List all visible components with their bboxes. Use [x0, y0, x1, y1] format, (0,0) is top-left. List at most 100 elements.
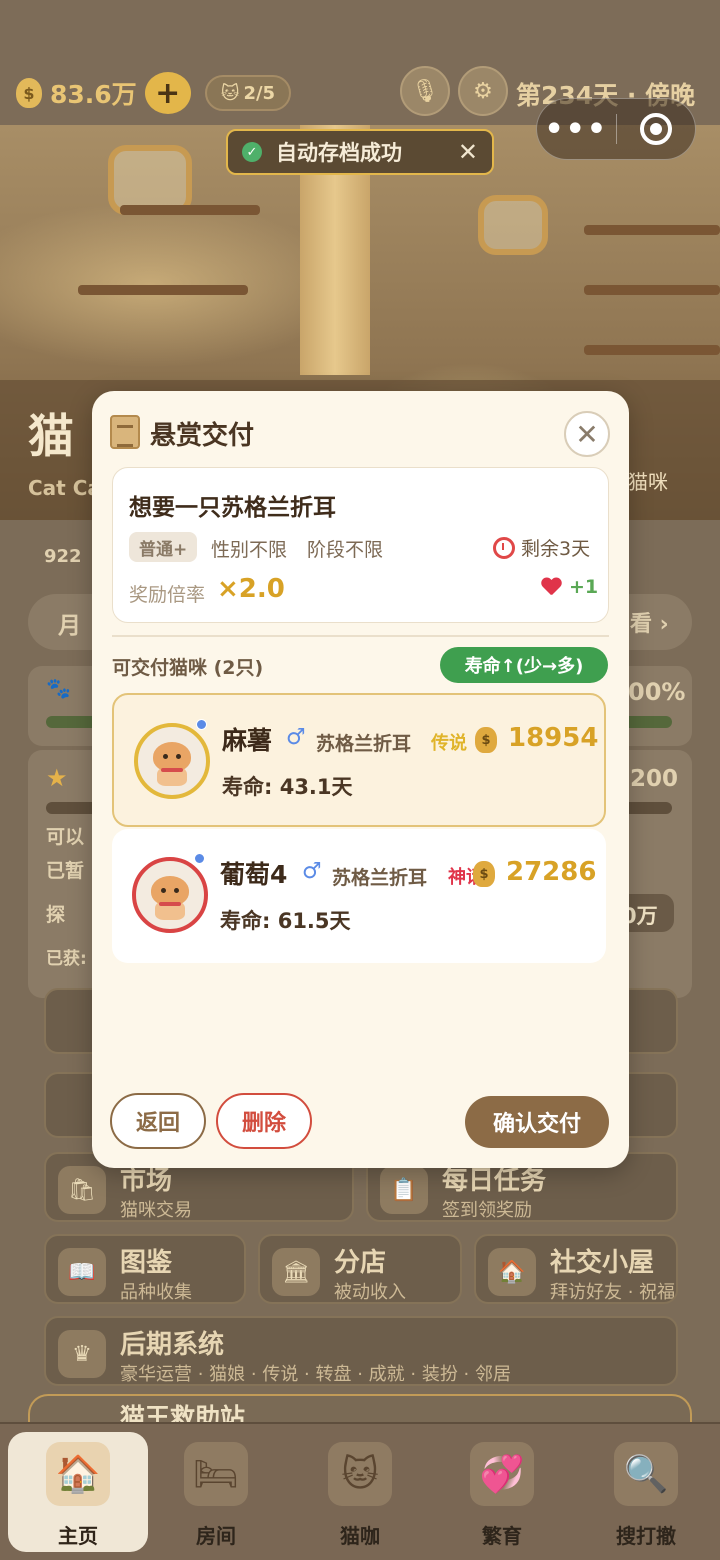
reward-rate-value: ×2.0 — [217, 574, 285, 604]
request-tier-badge: 普通+ — [129, 532, 198, 562]
clipboard-icon: 📋 — [380, 1166, 428, 1214]
tab-cafe-label: 猫咖 — [340, 1524, 380, 1548]
shelf-decoration — [584, 285, 720, 295]
toast-message: 自动存档成功 — [276, 141, 402, 165]
heart-bonus: +1 — [541, 576, 598, 598]
dialog-title: 悬赏交付 — [150, 421, 255, 451]
cat-lifespan: 寿命: 43.1天 — [222, 775, 353, 799]
settings-button[interactable]: ⚙ — [458, 66, 508, 116]
request-title: 想要一只苏格兰折耳 — [129, 495, 336, 521]
sort-lifespan-button[interactable]: 寿命↑(少→多) — [440, 647, 608, 683]
shelf-decoration — [120, 205, 260, 215]
cat-breed: 苏格兰折耳 — [332, 867, 428, 889]
menu-tile-late-system[interactable]: ♛ 后期系统 豪华运营 · 猫娘 · 传说 · 转盘 · 成就 · 装扮 · 邻… — [44, 1316, 678, 1386]
menu-tile-branch[interactable]: 🏛 分店 被动收入 — [258, 1234, 462, 1304]
cat-bed-icon: 🛏 — [184, 1442, 248, 1506]
branch-subtitle: 被动收入 — [334, 1282, 406, 1303]
clipboard-icon — [110, 415, 140, 449]
house-icon: 🏠 — [46, 1442, 110, 1506]
request-gender: 性别不限 — [211, 539, 288, 561]
shelf-decoration — [78, 285, 248, 295]
close-miniprogram-button[interactable] — [617, 113, 696, 145]
cat-rarity: 传说 — [431, 733, 467, 754]
target-icon — [639, 113, 672, 145]
heart-icon — [541, 578, 561, 596]
daily-subtitle: 签到领奖励 — [442, 1200, 532, 1221]
view-link[interactable]: 看 › — [630, 606, 669, 638]
quest-line-a: 可以 — [46, 826, 85, 848]
market-subtitle: 猫咪交易 — [120, 1200, 192, 1221]
month-label: 月 — [58, 613, 81, 639]
cat-avatar — [132, 857, 208, 933]
cat-option-card[interactable]: 麻薯 ♂ 苏格兰折耳 传说 $ 18954 寿命: 43.1天 — [112, 693, 606, 827]
more-menu-button[interactable]: ••• — [537, 112, 616, 147]
quest-line-c: 探 — [46, 904, 66, 926]
paw-icon: 🐾 — [46, 676, 71, 700]
bounty-delivery-dialog: 悬赏交付 ✕ 想要一只苏格兰折耳 普通+ 性别不限 阶段不限 剩余3天 奖励倍率… — [92, 391, 629, 1168]
microphone-icon: 🎙 — [411, 78, 439, 104]
delete-button[interactable]: 删除 — [216, 1093, 312, 1149]
microphone-button[interactable]: 🎙 — [400, 66, 450, 116]
star-icon: ★ — [46, 764, 68, 792]
toast-close-button[interactable]: ✕ — [458, 138, 478, 166]
alarm-clock-icon — [493, 536, 515, 559]
cat-name: 麻薯 — [222, 726, 273, 755]
cat-frame-decoration — [478, 195, 548, 255]
request-stage: 阶段不限 — [307, 539, 384, 561]
social-title: 社交小屋 — [550, 1248, 655, 1278]
autosave-toast: ✓ 自动存档成功 ✕ — [226, 129, 494, 175]
tab-cafe[interactable]: 🐱 猫咖 — [290, 1432, 430, 1552]
catalog-subtitle: 品种收集 — [120, 1282, 192, 1303]
tab-home-label: 主页 — [58, 1524, 98, 1548]
time-left-text: 剩余3天 — [521, 538, 591, 560]
request-card: 想要一只苏格兰折耳 普通+ 性别不限 阶段不限 剩余3天 奖励倍率 ×2.0 +… — [112, 467, 609, 623]
cat-slots-value: 2/5 — [243, 82, 276, 104]
late-system-title: 后期系统 — [120, 1330, 225, 1360]
quest-line-d: 已获: — [46, 949, 87, 969]
confirm-delivery-button[interactable]: 确认交付 — [465, 1096, 609, 1148]
available-cats-label: 可交付猫咪 (2只) — [112, 657, 264, 679]
cat-avatar — [134, 723, 210, 799]
status-dot — [196, 719, 207, 730]
cat-breed: 苏格兰折耳 — [316, 733, 412, 755]
tab-breeding-label: 繁育 — [482, 1524, 522, 1548]
money-bag-icon: $ — [16, 78, 42, 108]
money-bag-icon: $ — [473, 861, 495, 887]
cat-portrait-icon — [149, 736, 195, 786]
menu-tile-social[interactable]: 🏠 社交小屋 拜访好友 · 祝福 — [474, 1234, 678, 1304]
status-dot — [194, 853, 205, 864]
shelf-decoration — [584, 345, 720, 355]
cat-couple-icon: 💞 — [470, 1442, 534, 1506]
request-time-left: 剩余3天 — [493, 534, 590, 561]
tab-breeding[interactable]: 💞 繁育 — [432, 1432, 572, 1552]
tab-room-label: 房间 — [196, 1524, 236, 1548]
building-icon: 🏛 — [272, 1248, 320, 1296]
tab-home[interactable]: 🏠 主页 — [8, 1432, 148, 1552]
cafe-subtitle: Cat Ca — [28, 476, 101, 500]
male-icon: ♂ — [286, 725, 306, 750]
divider — [112, 635, 609, 637]
money-bag-icon: $ — [475, 727, 497, 753]
magnifier-icon: 🔍 — [614, 1442, 678, 1506]
add-coins-button[interactable]: + — [144, 72, 191, 114]
late-system-subtitle: 豪华运营 · 猫娘 · 传说 · 转盘 · 成就 · 装扮 · 邻居 — [120, 1364, 511, 1385]
social-subtitle: 拜访好友 · 祝福 — [550, 1282, 676, 1303]
shelf-decoration — [584, 225, 720, 235]
cat-head-icon: 🐱 — [220, 82, 240, 104]
cat-slots-badge[interactable]: 🐱 2/5 — [204, 75, 292, 111]
catalog-icon: 📖 — [58, 1248, 106, 1296]
menu-tile-catalog[interactable]: 📖 图鉴 品种收集 — [44, 1234, 246, 1304]
reward-rate-label: 奖励倍率 — [129, 584, 206, 606]
social-house-icon: 🏠 — [488, 1248, 536, 1296]
market-icon: 🛍 — [58, 1166, 106, 1214]
cat-price: 27286 — [506, 857, 597, 887]
tab-room[interactable]: 🛏 房间 — [146, 1432, 286, 1552]
gear-icon: ⚙ — [473, 78, 493, 104]
back-button[interactable]: 返回 — [110, 1093, 206, 1149]
coin-group: $ 83.6万 + 🐱 2/5 — [16, 72, 292, 114]
quest-line-b: 已暂 — [46, 860, 85, 882]
cat-option-card[interactable]: 葡萄4 ♂ 苏格兰折耳 神话 $ 27286 寿命: 61.5天 — [112, 829, 606, 963]
catalog-title: 图鉴 — [120, 1248, 173, 1278]
dialog-close-button[interactable]: ✕ — [564, 411, 610, 457]
tab-search[interactable]: 🔍 搜打撤 — [576, 1432, 716, 1552]
